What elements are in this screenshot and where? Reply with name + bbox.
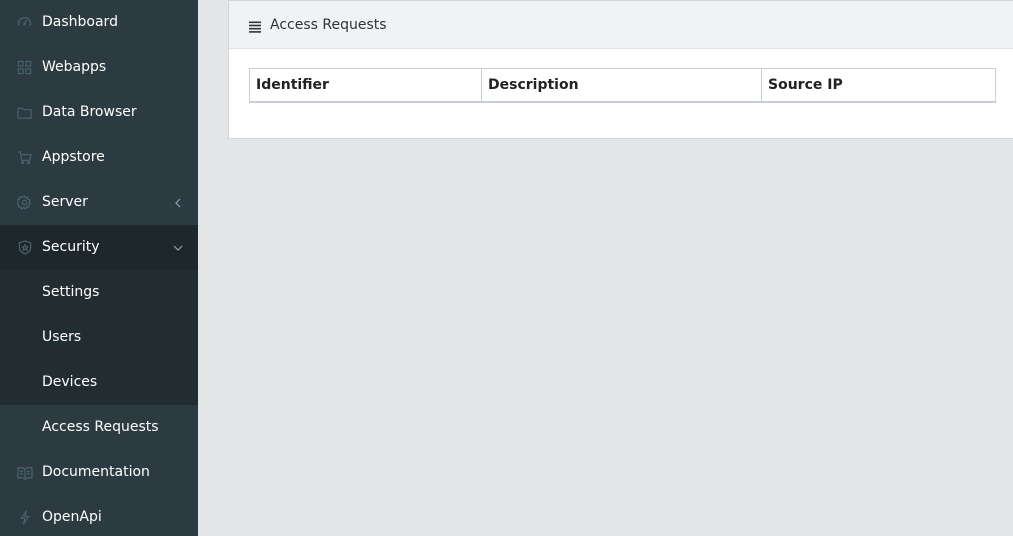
sidebar-item-label: Access Requests xyxy=(42,419,159,435)
sidebar-item-label: Server xyxy=(42,194,88,210)
panel-header: Access Requests xyxy=(229,1,1013,49)
sidebar: Dashboard Webapps Data Browser Appstore xyxy=(0,0,198,536)
sidebar-item-dashboard[interactable]: Dashboard xyxy=(0,0,198,45)
sidebar-item-openapi[interactable]: OpenApi xyxy=(0,495,198,536)
page-title: Access Requests xyxy=(270,17,387,33)
folder-icon xyxy=(16,104,33,121)
sidebar-item-label: Dashboard xyxy=(42,14,118,30)
grid-icon xyxy=(16,59,33,76)
sidebar-item-webapps[interactable]: Webapps xyxy=(0,45,198,90)
sidebar-item-devices[interactable]: Devices xyxy=(0,360,198,405)
sidebar-item-label: Settings xyxy=(42,284,100,300)
sidebar-item-label: Documentation xyxy=(42,464,150,480)
sidebar-item-label: OpenApi xyxy=(42,509,102,525)
sidebar-item-label: Devices xyxy=(42,374,98,390)
sidebar-item-settings[interactable]: Settings xyxy=(0,270,198,315)
chevron-left-icon xyxy=(172,194,184,211)
access-requests-table: Identifier Description Source IP xyxy=(249,68,996,103)
security-submenu: Settings Users Devices Access Requests xyxy=(0,270,198,450)
sidebar-item-label: Data Browser xyxy=(42,104,137,120)
sidebar-item-label: Users xyxy=(42,329,82,345)
sidebar-item-label: Appstore xyxy=(42,149,105,165)
shield-icon xyxy=(16,239,33,256)
sidebar-item-label: Security xyxy=(42,239,100,255)
bolt-icon xyxy=(16,509,33,526)
column-header-description[interactable]: Description xyxy=(481,68,762,103)
cart-icon xyxy=(16,149,33,166)
column-header-source-ip[interactable]: Source IP xyxy=(761,68,996,103)
access-requests-panel: Access Requests Identifier Description S… xyxy=(228,0,1013,139)
sidebar-item-users[interactable]: Users xyxy=(0,315,198,360)
list-icon xyxy=(249,18,261,33)
sidebar-item-server[interactable]: Server xyxy=(0,180,198,225)
sidebar-item-data-browser[interactable]: Data Browser xyxy=(0,90,198,135)
sidebar-item-appstore[interactable]: Appstore xyxy=(0,135,198,180)
sidebar-item-documentation[interactable]: Documentation xyxy=(0,450,198,495)
sidebar-item-label: Webapps xyxy=(42,59,107,75)
sidebar-item-access-requests[interactable]: Access Requests xyxy=(0,405,198,450)
book-icon xyxy=(16,464,33,481)
gear-icon xyxy=(16,194,33,211)
sidebar-item-security[interactable]: Security xyxy=(0,225,198,270)
chevron-down-icon xyxy=(172,239,184,256)
dashboard-icon xyxy=(16,14,33,31)
column-header-identifier[interactable]: Identifier xyxy=(249,68,482,103)
